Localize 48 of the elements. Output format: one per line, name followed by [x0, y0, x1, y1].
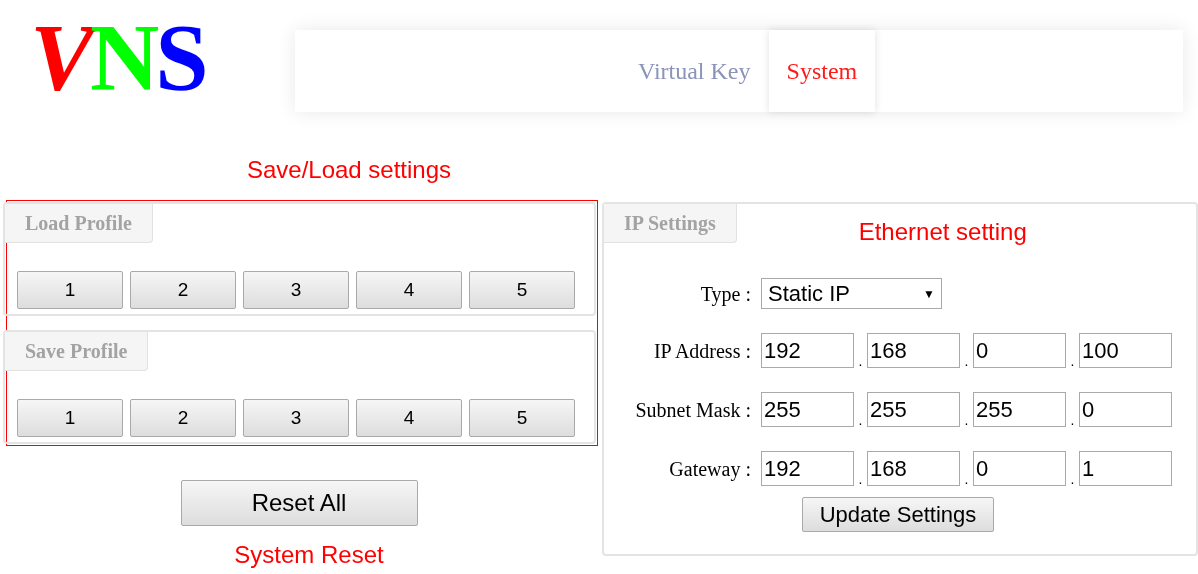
octet-field[interactable]: 1	[1079, 451, 1172, 486]
annotation-label: System Reset	[234, 543, 384, 567]
field-label: IP Address :	[652, 338, 752, 364]
octet-field[interactable]: 168	[867, 333, 960, 368]
octet-field[interactable]: 255	[973, 392, 1066, 427]
annotation-label: Ethernet setting	[858, 220, 1027, 244]
octet-field[interactable]: 192	[761, 333, 854, 368]
octet-field[interactable]: 100	[1079, 333, 1172, 368]
panel-legend: Save Profile	[5, 332, 149, 371]
field-label: Type :	[699, 281, 752, 308]
profile-button[interactable]: 1	[17, 399, 123, 437]
profile-button[interactable]: 2	[130, 399, 236, 437]
octet-field[interactable]: 255	[761, 392, 854, 427]
octet-field[interactable]: 168	[867, 451, 960, 486]
octet-field[interactable]: 0	[973, 333, 1066, 368]
profile-button[interactable]: 5	[469, 399, 575, 437]
dot-separator: .	[1069, 413, 1076, 427]
profile-button[interactable]: 3	[243, 399, 349, 437]
dot-separator: .	[857, 413, 864, 427]
profile-button[interactable]: 4	[356, 271, 462, 309]
profile-button[interactable]: 2	[130, 271, 236, 309]
dot-separator: .	[963, 472, 970, 486]
dot-separator: .	[1069, 354, 1076, 368]
profile-button[interactable]: 5	[469, 271, 575, 309]
field-label: Gateway :	[668, 456, 752, 483]
dropdown-value: Static IP	[768, 280, 850, 308]
dot-separator: .	[963, 354, 970, 368]
caret-icon: ▼	[923, 284, 935, 303]
nav-tab[interactable]: System	[768, 30, 876, 112]
reset-all-button[interactable]: Reset All	[180, 480, 418, 526]
profile-button[interactable]: 3	[243, 271, 349, 309]
field-label: Subnet Mask :	[634, 397, 752, 423]
logo: VNS	[30, 10, 206, 106]
profile-button[interactable]: 1	[17, 271, 123, 309]
octet-field[interactable]: 255	[867, 392, 960, 427]
dot-separator: .	[857, 354, 864, 368]
panel-legend: IP Settings	[604, 204, 737, 243]
octet-field[interactable]: 192	[761, 451, 854, 486]
dot-separator: .	[1069, 472, 1076, 486]
dot-separator: .	[857, 472, 864, 486]
profile-button[interactable]: 4	[356, 399, 462, 437]
type-dropdown[interactable]: Static IP ▼	[761, 278, 942, 309]
panel-legend: Load Profile	[5, 204, 153, 243]
octet-field[interactable]: 0	[973, 451, 1066, 486]
octet-field[interactable]: 0	[1079, 392, 1172, 427]
update-settings-button[interactable]: Update Settings	[802, 497, 994, 532]
dot-separator: .	[963, 413, 970, 427]
annotation-label: Save/Load settings	[246, 158, 452, 182]
